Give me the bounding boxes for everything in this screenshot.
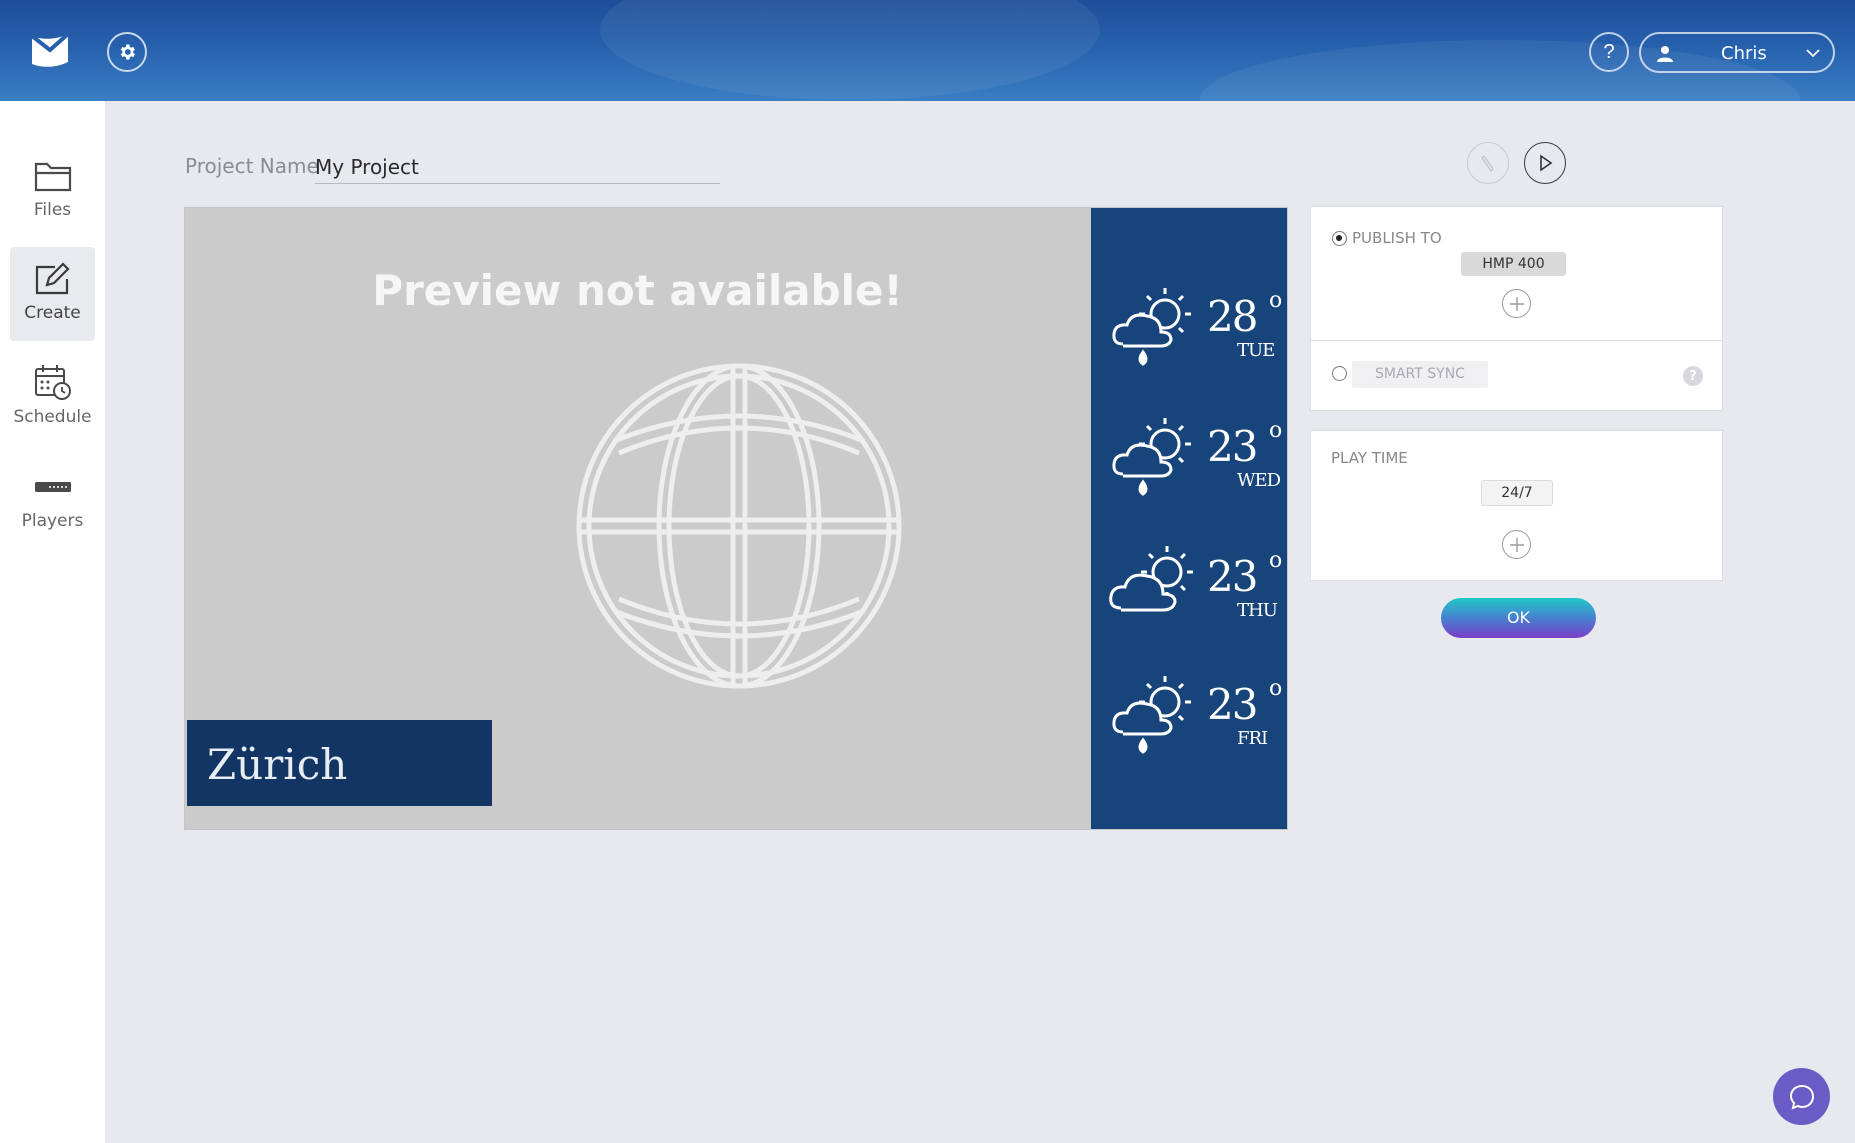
player-device-icon: [34, 482, 71, 492]
plus-icon: [1509, 537, 1524, 552]
smart-sync-option[interactable]: SMART SYNC: [1352, 361, 1488, 388]
play-icon: [1540, 154, 1553, 172]
sun-cloud-icon: [1109, 546, 1193, 612]
forecast-temperature: 23: [1207, 422, 1258, 471]
sun-cloud-rain-icon: [1112, 418, 1191, 496]
publish-to-radio[interactable]: [1332, 231, 1347, 246]
chevron-down-icon: [1806, 49, 1820, 58]
publish-target-chip[interactable]: HMP 400: [1461, 252, 1566, 276]
settings-button[interactable]: [107, 32, 147, 72]
sidebar-item-label: Create: [24, 303, 81, 323]
sidebar-item-players[interactable]: Players: [10, 455, 95, 549]
smart-sync-radio[interactable]: [1332, 366, 1347, 381]
app-logo-icon[interactable]: [28, 30, 72, 72]
play-time-panel: PLAY TIME 24/7: [1310, 430, 1723, 581]
sun-cloud-rain-icon: [1112, 676, 1191, 754]
play-button[interactable]: [1524, 142, 1566, 184]
forecast-item: 28 o TUE: [1109, 282, 1283, 372]
degree-symbol: o: [1269, 288, 1283, 313]
city-name: Zürich: [207, 740, 348, 789]
help-button[interactable]: ?: [1589, 32, 1629, 72]
sidebar-item-label: Players: [21, 511, 84, 531]
forecast-temperature: 28: [1207, 292, 1258, 341]
globe-icon: [576, 363, 902, 689]
sun-cloud-rain-icon: [1112, 288, 1191, 366]
forecast-day: FRI: [1237, 728, 1268, 749]
folder-icon: [34, 162, 71, 192]
sidebar-item-label: Schedule: [13, 407, 92, 427]
project-preview: Preview not available! Zürich 28 o TUE 2…: [184, 207, 1288, 830]
chat-button[interactable]: [1773, 1068, 1830, 1125]
publish-to-label: PUBLISH TO: [1352, 229, 1442, 247]
smart-sync-help-icon[interactable]: ?: [1683, 366, 1703, 386]
edit-button[interactable]: [1467, 142, 1509, 184]
sidebar-item-files[interactable]: Files: [10, 146, 95, 240]
sidebar-item-create[interactable]: Create: [10, 247, 95, 341]
forecast-day: WED: [1237, 470, 1281, 491]
degree-symbol: o: [1269, 418, 1283, 443]
city-banner: Zürich: [187, 720, 492, 806]
sidebar: Files Create Schedule Players: [0, 101, 105, 1143]
user-name: Chris: [1721, 43, 1767, 64]
top-header: ? Chris: [0, 0, 1855, 101]
chat-bubble-icon: [1789, 1084, 1814, 1110]
publish-panel: PUBLISH TO HMP 400 SMART SYNC ?: [1310, 206, 1723, 411]
plus-icon: [1509, 296, 1524, 311]
forecast-item: 23 o THU: [1109, 542, 1283, 632]
edit-icon: [35, 262, 70, 295]
header-cloud-decoration: [600, 0, 1100, 100]
forecast-day: THU: [1237, 600, 1278, 621]
ok-button[interactable]: OK: [1441, 598, 1596, 638]
play-time-chip[interactable]: 24/7: [1481, 480, 1553, 506]
forecast-item: 23 o WED: [1109, 412, 1283, 502]
user-icon: [1657, 46, 1673, 62]
gear-icon: [120, 44, 135, 60]
degree-symbol: o: [1269, 548, 1283, 573]
add-target-button[interactable]: [1502, 289, 1531, 318]
pencil-icon: [1481, 155, 1494, 172]
panel-divider: [1311, 340, 1722, 341]
project-name-label: Project Name: [185, 154, 319, 178]
forecast-temperature: 23: [1207, 552, 1258, 601]
calendar-clock-icon: [34, 365, 71, 400]
forecast-day: TUE: [1237, 340, 1275, 361]
project-name-input[interactable]: [315, 150, 720, 184]
forecast-temperature: 23: [1207, 680, 1258, 729]
add-play-time-button[interactable]: [1502, 530, 1531, 559]
play-time-label: PLAY TIME: [1331, 449, 1408, 467]
forecast-item: 23 o FRI: [1109, 670, 1283, 760]
degree-symbol: o: [1269, 676, 1283, 701]
sidebar-item-label: Files: [33, 200, 72, 220]
user-menu-button[interactable]: Chris: [1639, 32, 1835, 73]
preview-message: Preview not available!: [372, 266, 903, 315]
sidebar-item-schedule[interactable]: Schedule: [10, 351, 95, 445]
weather-forecast-panel: 28 o TUE 23 o WED 23 o THU 23 o FRI: [1091, 208, 1287, 829]
